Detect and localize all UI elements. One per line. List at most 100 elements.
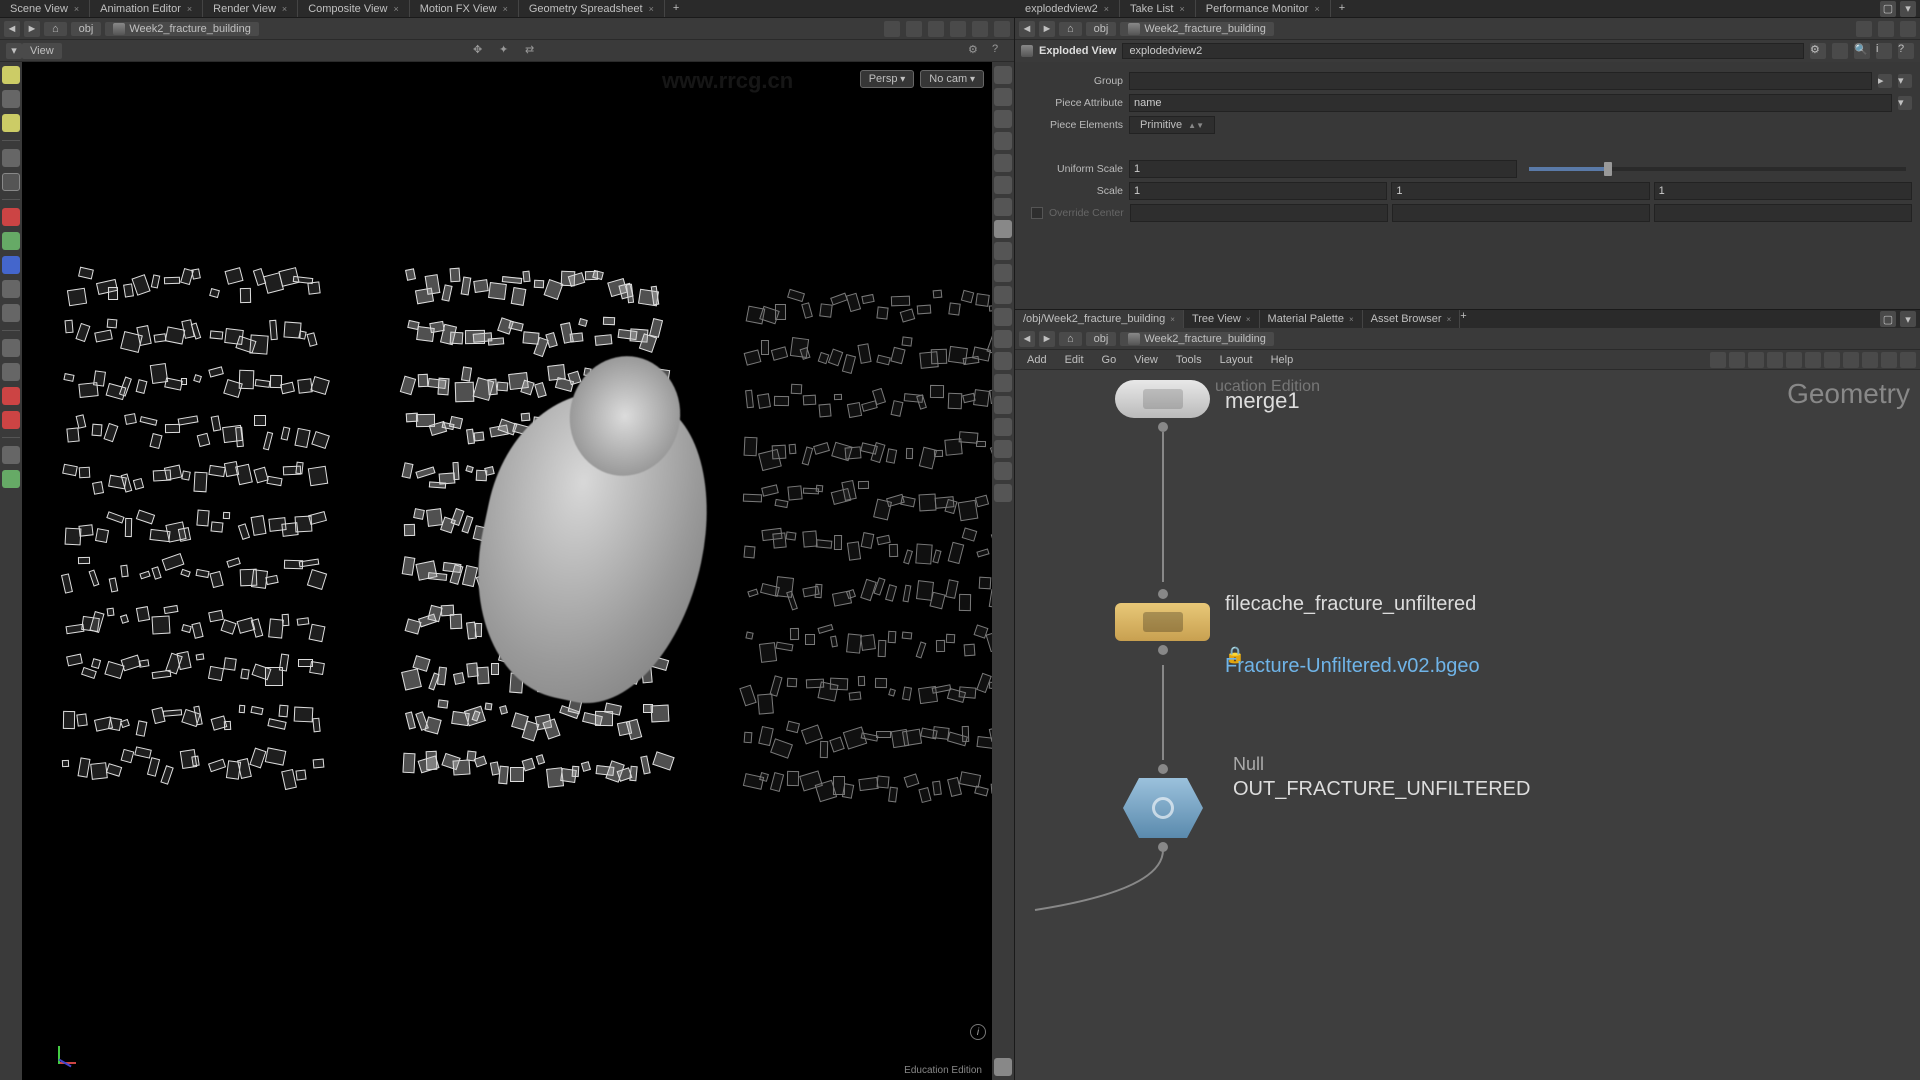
pieceel-dropdown[interactable]: Primitive▲▼ — [1129, 116, 1215, 134]
disp-icon[interactable] — [994, 264, 1012, 282]
add-tab-button[interactable]: + — [665, 0, 687, 17]
menu-icon[interactable] — [1900, 21, 1916, 37]
group-input[interactable] — [1129, 72, 1872, 90]
disp-icon[interactable] — [994, 352, 1012, 370]
lock-tool[interactable] — [2, 173, 20, 191]
disp-icon[interactable] — [994, 418, 1012, 436]
snap-tool2[interactable] — [2, 411, 20, 429]
override-center-checkbox[interactable] — [1031, 207, 1043, 219]
net-toolbar-icon[interactable] — [1767, 352, 1783, 368]
tab-geo-spreadsheet[interactable]: Geometry Spreadsheet× — [519, 0, 665, 17]
node-filecache[interactable]: filecache_fracture_unfiltered 🔒 Fracture… — [1115, 585, 1210, 659]
net-tab-matpal[interactable]: Material Palette× — [1260, 310, 1363, 328]
menu-layout[interactable]: Layout — [1212, 352, 1261, 368]
net-toolbar-icon[interactable] — [1805, 352, 1821, 368]
close-icon[interactable]: × — [393, 4, 398, 14]
camera-persp-dropdown[interactable]: Persp ▾ — [860, 70, 915, 88]
scale-tool[interactable] — [2, 256, 20, 274]
node-merge1[interactable]: merge1 — [1115, 380, 1210, 436]
operator-name-input[interactable] — [1122, 43, 1804, 59]
back-icon[interactable]: ◄ — [1019, 21, 1035, 37]
rotate-tool[interactable] — [2, 232, 20, 250]
tab-motion-fx[interactable]: Motion FX View× — [410, 0, 519, 17]
output-port[interactable] — [1158, 422, 1168, 432]
disp-icon[interactable] — [994, 440, 1012, 458]
sync-icon[interactable]: ⇄ — [525, 43, 541, 59]
net-tab-path[interactable]: /obj/Week2_fracture_building× — [1015, 310, 1184, 328]
pin-icon[interactable] — [884, 21, 900, 37]
back-icon[interactable]: ◄ — [1019, 331, 1035, 347]
net-toolbar-icon[interactable] — [1862, 352, 1878, 368]
disp-icon[interactable] — [994, 88, 1012, 106]
output-port[interactable] — [1158, 645, 1168, 655]
close-icon[interactable]: × — [1104, 4, 1109, 14]
path-obj[interactable]: obj — [1086, 332, 1117, 346]
view-dd-icon[interactable]: ▾ — [6, 43, 22, 59]
gear-icon[interactable]: ⚙ — [1810, 43, 1826, 59]
pane-expand-icon[interactable]: ▢ — [1880, 311, 1896, 327]
info-icon[interactable]: i — [970, 1024, 986, 1040]
disp-icon[interactable] — [994, 374, 1012, 392]
view-dropdown[interactable]: View — [22, 43, 62, 59]
net-toolbar-icon[interactable] — [1881, 352, 1897, 368]
forward-icon[interactable]: ► — [1039, 331, 1055, 347]
home-icon[interactable]: ⌂ — [44, 22, 67, 36]
3d-viewport[interactable]: Persp ▾ No cam ▾ Education Edition i www… — [22, 62, 992, 1080]
disp-icon[interactable] — [994, 176, 1012, 194]
pane-menu-icon[interactable]: ▾ — [1900, 311, 1916, 327]
uscale-input[interactable] — [1129, 160, 1517, 178]
disp-icon[interactable] — [994, 154, 1012, 172]
cog-tool[interactable] — [2, 446, 20, 464]
tab-explodedview2[interactable]: explodedview2× — [1015, 0, 1120, 17]
uscale-slider[interactable] — [1529, 167, 1907, 171]
close-icon[interactable]: × — [282, 4, 287, 14]
brush-tool[interactable] — [2, 339, 20, 357]
info-icon[interactable]: i — [1876, 43, 1892, 59]
disp-icon[interactable] — [994, 396, 1012, 414]
add-tab-button[interactable]: + — [1460, 310, 1466, 328]
add-tab-button[interactable]: + — [1331, 0, 1353, 17]
home-icon[interactable]: ⌂ — [1059, 332, 1082, 346]
pane-menu-icon[interactable]: ▾ — [1900, 1, 1916, 17]
display-opts-icon[interactable]: ⚙ — [968, 43, 984, 59]
group-picker-icon[interactable]: ▸ — [1878, 74, 1892, 88]
help-icon[interactable]: ? — [1898, 43, 1914, 59]
view-tool[interactable] — [2, 66, 20, 84]
select-tool[interactable] — [2, 90, 20, 108]
disp-icon[interactable] — [994, 1058, 1012, 1076]
target-icon[interactable] — [906, 21, 922, 37]
close-icon[interactable]: × — [1179, 4, 1184, 14]
tab-perf-monitor[interactable]: Performance Monitor× — [1196, 0, 1331, 17]
tab-animation-editor[interactable]: Animation Editor× — [90, 0, 203, 17]
leaf-tool[interactable] — [2, 470, 20, 488]
magnet-tool[interactable] — [2, 387, 20, 405]
net-tab-asset[interactable]: Asset Browser× — [1363, 310, 1461, 328]
pieceattr-menu-icon[interactable]: ▾ — [1898, 96, 1912, 110]
path-node[interactable]: Week2_fracture_building — [1120, 22, 1273, 36]
search-icon[interactable]: 🔍 — [1854, 43, 1870, 59]
disp-icon[interactable] — [994, 110, 1012, 128]
disp-icon[interactable] — [994, 308, 1012, 326]
net-toolbar-icon[interactable] — [1748, 352, 1764, 368]
menu-go[interactable]: Go — [1094, 352, 1125, 368]
back-icon[interactable]: ◄ — [4, 21, 20, 37]
disp-icon[interactable] — [994, 220, 1012, 238]
pose-tool[interactable] — [2, 280, 20, 298]
disp-icon[interactable] — [994, 66, 1012, 84]
disp-icon[interactable] — [994, 484, 1012, 502]
expand-icon[interactable] — [972, 21, 988, 37]
pane-expand-icon[interactable]: ▢ — [1880, 1, 1896, 17]
tab-render-view[interactable]: Render View× — [203, 0, 298, 17]
menu-help[interactable]: Help — [1263, 352, 1302, 368]
menu-edit[interactable]: Edit — [1057, 352, 1092, 368]
cursor-icon[interactable]: ✥ — [473, 43, 489, 59]
close-icon[interactable]: × — [1447, 315, 1452, 324]
close-icon[interactable]: × — [1314, 4, 1319, 14]
solver-tool[interactable] — [2, 363, 20, 381]
scale-x-input[interactable] — [1129, 182, 1387, 200]
input-port[interactable] — [1158, 589, 1168, 599]
forward-icon[interactable]: ► — [1039, 21, 1055, 37]
net-toolbar-icon[interactable] — [1843, 352, 1859, 368]
pieceattr-input[interactable] — [1129, 94, 1892, 112]
net-tab-tree[interactable]: Tree View× — [1184, 310, 1260, 328]
